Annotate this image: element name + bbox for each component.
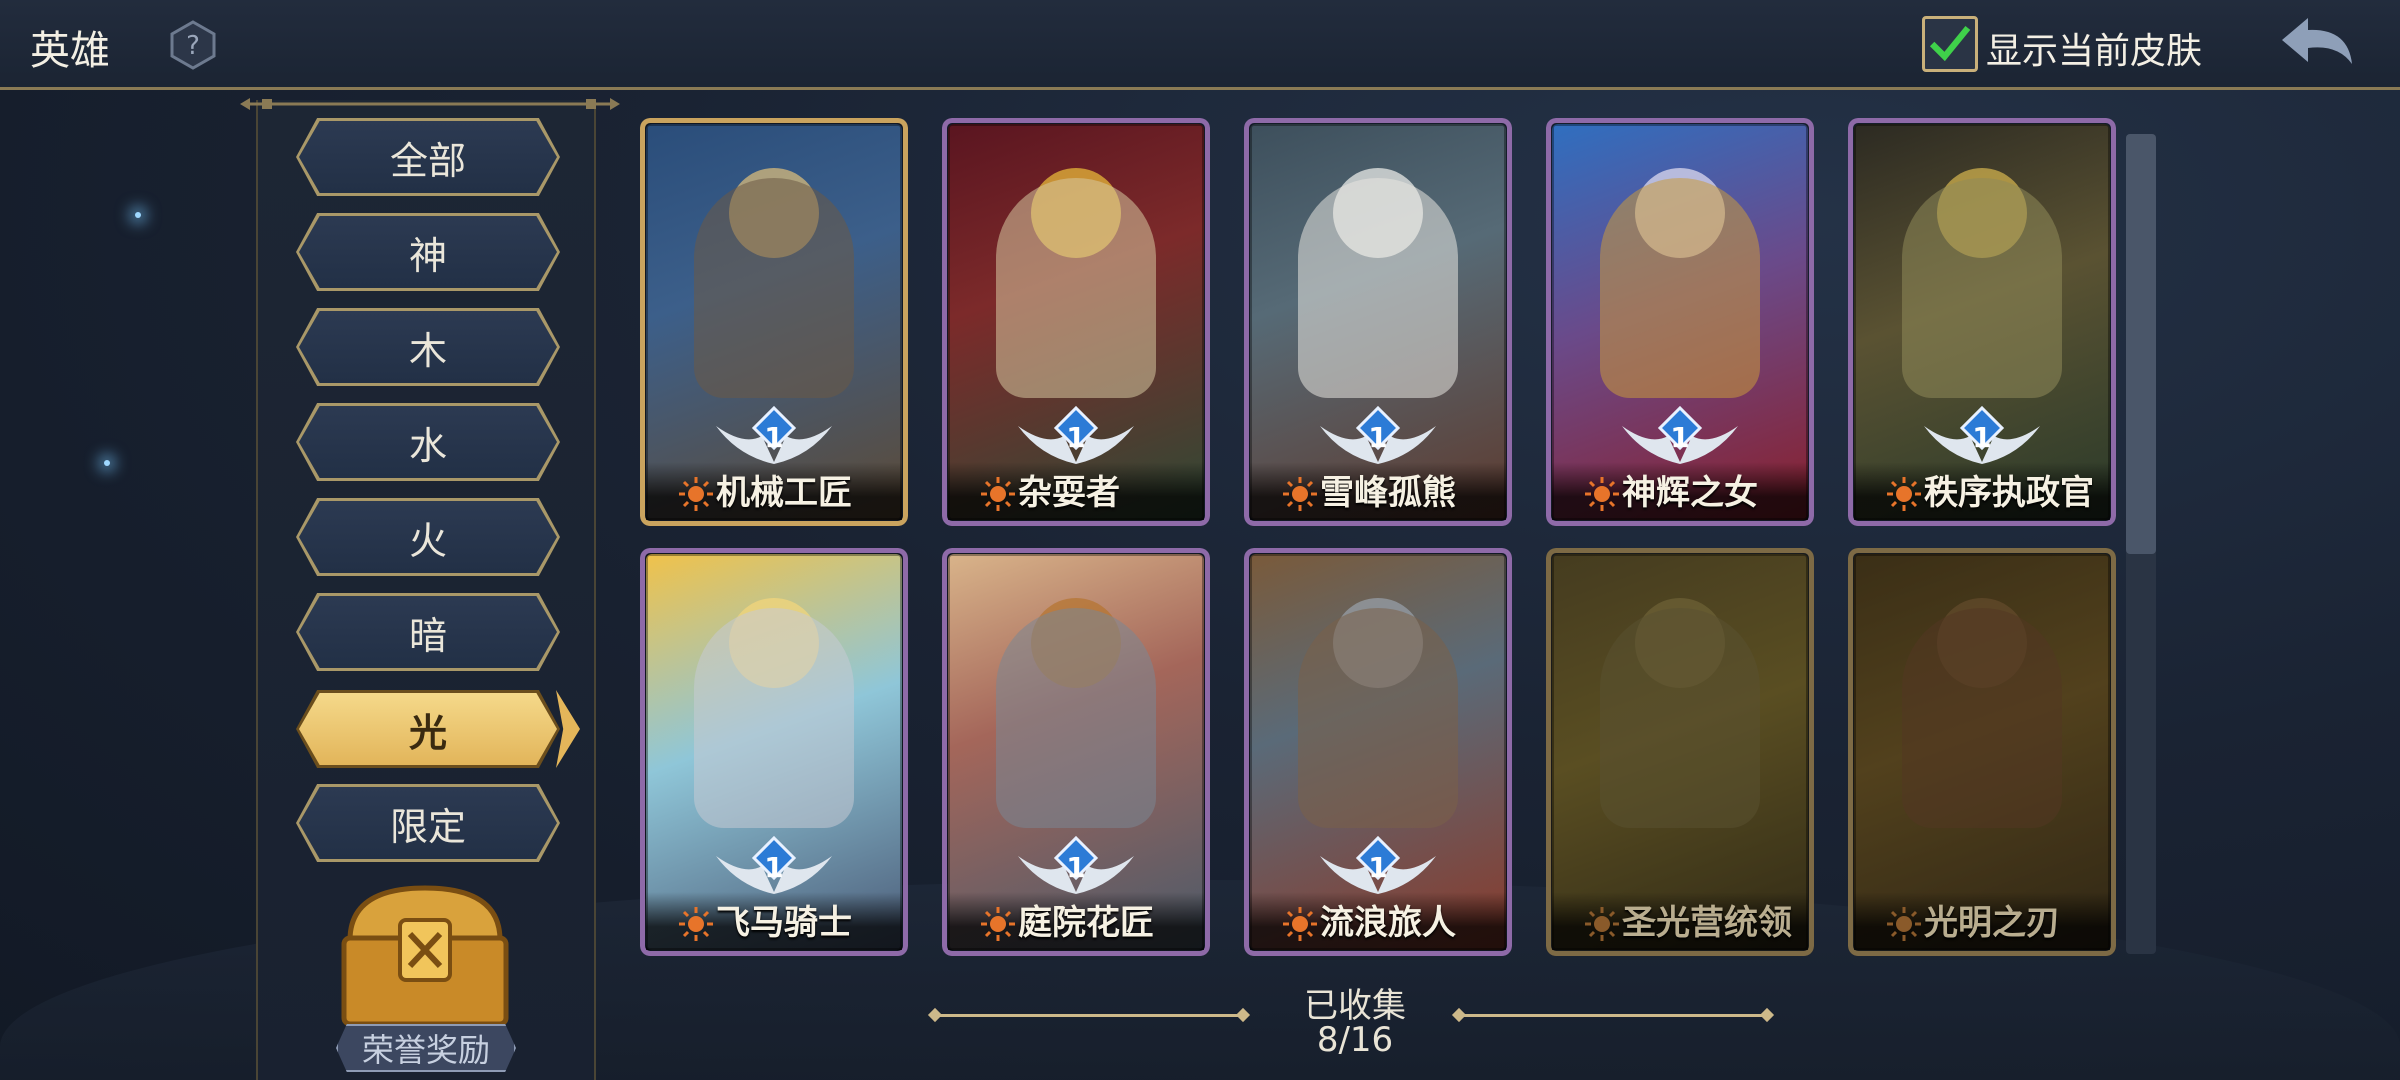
hero-name: 光明之刃 [1924, 903, 2060, 943]
hero-card[interactable]: 1 雪峰孤熊 [1244, 118, 1512, 526]
light-element-icon [1283, 477, 1317, 511]
category-light-button[interactable]: 光 [296, 690, 560, 768]
question-icon[interactable]: ? [168, 20, 218, 70]
hero-name: 流浪旅人 [1320, 903, 1456, 943]
hero-card[interactable]: 1 飞马骑士 [640, 548, 908, 956]
hero-name: 雪峰孤熊 [1320, 473, 1456, 513]
back-arrow-icon[interactable] [2278, 14, 2358, 74]
category-god-button[interactable]: 神 [296, 213, 560, 291]
show-skin-checkbox[interactable] [1922, 16, 1978, 72]
hero-name: 秩序执政官 [1924, 473, 2094, 513]
sidebar-rail-ornament [240, 98, 620, 110]
light-element-icon [1585, 477, 1619, 511]
category-label: 火 [408, 518, 447, 563]
light-element-icon [1585, 907, 1619, 941]
category-label: 全部 [389, 138, 466, 183]
category-label: 暗 [408, 613, 447, 658]
divider-left [936, 1014, 1242, 1017]
category-all-button[interactable]: 全部 [296, 118, 560, 196]
hero-card[interactable]: 1 流浪旅人 [1244, 548, 1512, 956]
light-element-icon [1283, 907, 1317, 941]
treasure-chest-icon[interactable] [330, 880, 520, 1030]
light-element-icon [679, 907, 713, 941]
hero-name: 机械工匠 [716, 473, 852, 513]
category-water-button[interactable]: 水 [296, 403, 560, 481]
category-label: 水 [408, 423, 447, 468]
light-element-icon [981, 477, 1015, 511]
divider-right [1460, 1014, 1766, 1017]
hero-level: 1 [764, 421, 784, 454]
light-element-icon [679, 477, 713, 511]
show-skin-label: 显示当前皮肤 [1986, 31, 2203, 72]
hero-card[interactable]: 1 神辉之女 [1546, 118, 1814, 526]
hero-card[interactable]: 1 庭院花匠 [942, 548, 1210, 956]
category-dark-button[interactable]: 暗 [296, 593, 560, 671]
hero-level: 1 [1972, 421, 1992, 454]
category-limited-button[interactable]: 限定 [296, 784, 560, 862]
scrollbar-thumb[interactable] [2126, 134, 2156, 554]
category-label: 光 [408, 710, 447, 755]
hero-name: 庭院花匠 [1018, 903, 1154, 943]
hero-name: 神辉之女 [1622, 473, 1758, 513]
collected-count: 8/16 [1316, 1020, 1394, 1060]
light-element-icon [981, 907, 1015, 941]
honor-reward-label: 荣誉奖励 [361, 1031, 490, 1069]
star-decoration [104, 460, 110, 466]
hero-card[interactable]: 1 杂耍者 [942, 118, 1210, 526]
light-element-icon [1887, 907, 1921, 941]
hero-card[interactable]: 1 秩序执政官 [1848, 118, 2116, 526]
hero-level: 1 [1368, 851, 1388, 884]
hero-name: 杂耍者 [1018, 473, 1120, 513]
hero-level: 1 [1670, 421, 1690, 454]
hero-card-locked[interactable]: 光明之刃 [1848, 548, 2116, 956]
hero-level: 1 [1066, 421, 1086, 454]
hero-card-locked[interactable]: 圣光营统领 [1546, 548, 1814, 956]
hero-level: 1 [1066, 851, 1086, 884]
light-element-icon [1887, 477, 1921, 511]
hero-level: 1 [1368, 421, 1388, 454]
top-bar: 英雄 ? 显示当前皮肤 [0, 0, 2400, 90]
category-fire-button[interactable]: 火 [296, 498, 560, 576]
category-label: 限定 [389, 804, 466, 849]
category-label: 木 [408, 328, 447, 373]
checkmark-icon [1929, 25, 1971, 62]
svg-text:?: ? [186, 31, 200, 61]
hero-name: 圣光营统领 [1622, 903, 1792, 943]
star-decoration [135, 212, 141, 218]
honor-reward-button[interactable]: 荣誉奖励 [336, 1024, 516, 1072]
hero-level: 1 [764, 851, 784, 884]
category-wood-button[interactable]: 木 [296, 308, 560, 386]
hero-name: 飞马骑士 [716, 903, 852, 943]
hero-card[interactable]: 1 机械工匠 [640, 118, 908, 526]
page-title: 英雄 [30, 28, 110, 74]
category-label: 神 [408, 233, 447, 278]
